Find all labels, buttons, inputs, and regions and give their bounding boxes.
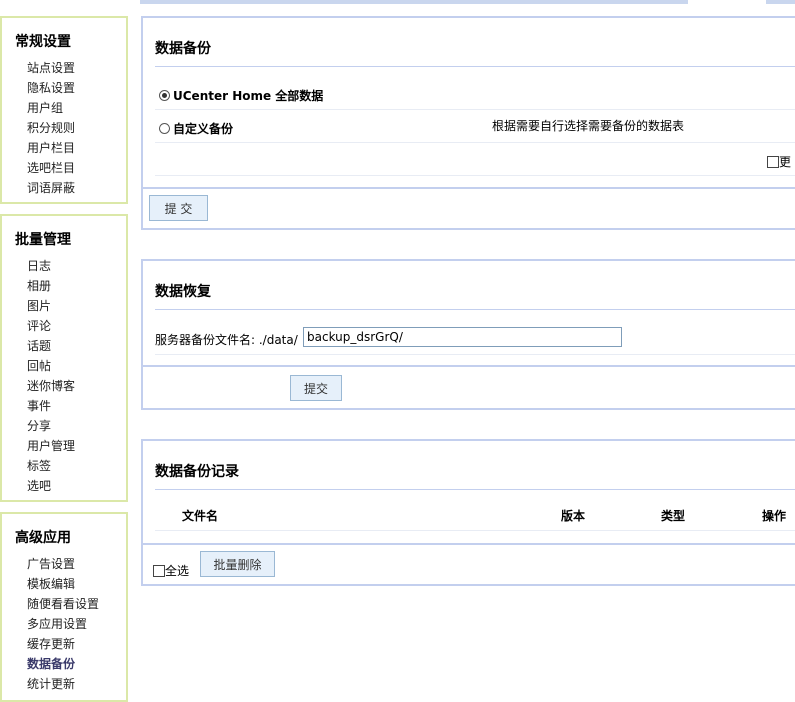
sidebar-item-blogs[interactable]: 日志 xyxy=(27,256,126,276)
backup-panel: 数据备份 UCenter Home 全部数据 自定义备份 根据需要自行选择需要备… xyxy=(141,16,795,230)
sidebar-item-multi-app-settings[interactable]: 多应用设置 xyxy=(27,614,126,634)
row-divider xyxy=(155,109,795,110)
sidebar-item-user-fields[interactable]: 用户栏目 xyxy=(27,138,126,158)
sidebar-item-replies[interactable]: 回帖 xyxy=(27,356,126,376)
select-all-checkbox[interactable] xyxy=(153,565,165,577)
sidebar-item-stats-update[interactable]: 统计更新 xyxy=(27,674,126,694)
sidebar-section-advanced: 高级应用 广告设置 模板编辑 随便看看设置 多应用设置 缓存更新 数据备份 统计… xyxy=(0,512,128,702)
section-divider xyxy=(143,543,795,545)
sidebar-item-cache-update[interactable]: 缓存更新 xyxy=(27,634,126,654)
radio-unchecked-icon[interactable] xyxy=(159,123,170,134)
select-all-label: 全选 xyxy=(165,564,190,578)
title-divider xyxy=(155,66,795,67)
select-all-option[interactable]: 全选 xyxy=(153,562,189,579)
section-divider xyxy=(143,365,795,367)
sidebar-item-events[interactable]: 事件 xyxy=(27,396,126,416)
restore-filename-label: 服务器备份文件名: ./data/ xyxy=(155,333,298,347)
section-divider xyxy=(143,187,795,189)
option-custom-label: 自定义备份 xyxy=(173,122,234,136)
title-divider xyxy=(155,489,795,490)
radio-checked-icon[interactable] xyxy=(159,90,170,101)
custom-backup-description: 根据需要自行选择需要备份的数据表 xyxy=(492,119,685,133)
sidebar-item-random-view-settings[interactable]: 随便看看设置 xyxy=(27,594,126,614)
sidebar-item-mini-blog[interactable]: 迷你博客 xyxy=(27,376,126,396)
more-label: 更 xyxy=(779,155,792,169)
backup-submit-button[interactable]: 提 交 xyxy=(149,195,208,221)
sidebar-item-topics[interactable]: 话题 xyxy=(27,336,126,356)
sidebar-item-template-edit[interactable]: 模板编辑 xyxy=(27,574,126,594)
more-option[interactable]: 更 xyxy=(767,153,791,170)
sidebar-section-title: 批量管理 xyxy=(15,232,71,248)
batch-delete-button[interactable]: 批量删除 xyxy=(200,551,275,577)
top-strip xyxy=(140,0,688,4)
sidebar-item-site-settings[interactable]: 站点设置 xyxy=(27,58,126,78)
sidebar-section-batch: 批量管理 日志 相册 图片 评论 话题 回帖 迷你博客 事件 分享 用户管理 标… xyxy=(0,214,128,502)
sidebar-item-shares[interactable]: 分享 xyxy=(27,416,126,436)
sidebar-item-word-filter[interactable]: 词语屏蔽 xyxy=(27,178,126,198)
sidebar-item-albums[interactable]: 相册 xyxy=(27,276,126,296)
records-title: 数据备份记录 xyxy=(155,464,239,480)
row-divider xyxy=(155,354,795,355)
option-full-backup[interactable]: UCenter Home 全部数据 xyxy=(159,87,323,104)
restore-panel: 数据恢复 服务器备份文件名: ./data/ 提交 xyxy=(141,259,795,410)
sidebar-section-title: 高级应用 xyxy=(15,530,71,546)
option-custom-backup[interactable]: 自定义备份 xyxy=(159,120,233,137)
column-header-actions: 操作 xyxy=(762,509,787,523)
restore-filename-input[interactable] xyxy=(303,327,622,347)
sidebar-item-tags[interactable]: 标签 xyxy=(27,456,126,476)
more-checkbox[interactable] xyxy=(767,156,779,168)
sidebar-item-pictures[interactable]: 图片 xyxy=(27,296,126,316)
top-strip-right xyxy=(766,0,795,4)
sidebar-item-credit-rules[interactable]: 积分规则 xyxy=(27,118,126,138)
sidebar-item-user-groups[interactable]: 用户组 xyxy=(27,98,126,118)
sidebar-item-user-management[interactable]: 用户管理 xyxy=(27,436,126,456)
sidebar-item-group-fields[interactable]: 选吧栏目 xyxy=(27,158,126,178)
backup-title: 数据备份 xyxy=(155,41,211,57)
restore-submit-button[interactable]: 提交 xyxy=(290,375,342,401)
option-full-label: UCenter Home 全部数据 xyxy=(173,89,324,103)
sidebar-section-title: 常规设置 xyxy=(15,34,71,50)
row-divider xyxy=(155,142,795,143)
sidebar-item-comments[interactable]: 评论 xyxy=(27,316,126,336)
sidebar-item-privacy-settings[interactable]: 隐私设置 xyxy=(27,78,126,98)
sidebar-item-data-backup[interactable]: 数据备份 xyxy=(27,654,126,674)
restore-title: 数据恢复 xyxy=(155,284,211,300)
column-header-type: 类型 xyxy=(661,509,686,523)
column-header-version: 版本 xyxy=(561,509,586,523)
sidebar-item-ad-settings[interactable]: 广告设置 xyxy=(27,554,126,574)
sidebar-section-general: 常规设置 站点设置 隐私设置 用户组 积分规则 用户栏目 选吧栏目 词语屏蔽 xyxy=(0,16,128,204)
row-divider xyxy=(155,175,795,176)
row-divider xyxy=(155,530,795,531)
title-divider xyxy=(155,309,795,310)
sidebar-item-groups[interactable]: 选吧 xyxy=(27,476,126,496)
backup-records-panel: 数据备份记录 文件名 版本 类型 操作 全选 批量删除 xyxy=(141,439,795,586)
column-header-filename: 文件名 xyxy=(182,509,219,523)
